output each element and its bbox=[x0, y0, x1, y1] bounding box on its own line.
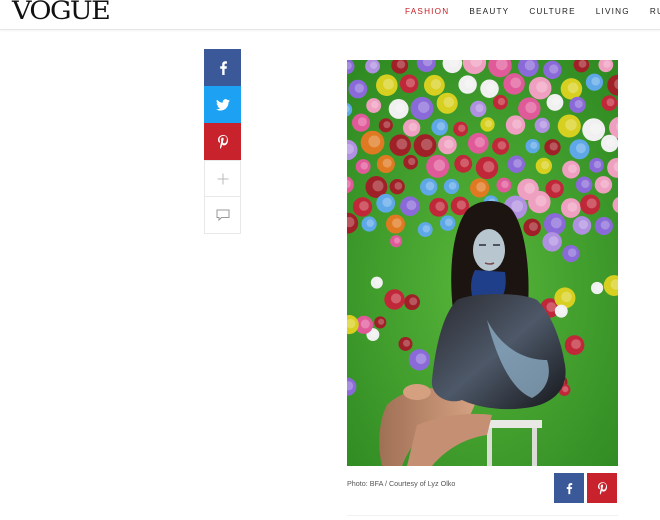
pinterest-share-button[interactable] bbox=[204, 123, 241, 160]
page: VOGUE FASHION BEAUTY CULTURE LIVING RUNW… bbox=[0, 0, 660, 520]
share-bar bbox=[204, 49, 241, 234]
twitter-icon bbox=[215, 98, 230, 111]
facebook-share-button[interactable] bbox=[204, 49, 241, 86]
pinterest-icon bbox=[217, 134, 228, 149]
photo-pinterest-share-button[interactable] bbox=[587, 473, 617, 503]
main-nav: FASHION BEAUTY CULTURE LIVING RUNWA bbox=[405, 6, 660, 18]
bottom-fade bbox=[0, 505, 660, 520]
pinterest-icon bbox=[597, 481, 607, 495]
comment-icon bbox=[216, 209, 229, 221]
facebook-icon bbox=[566, 482, 573, 494]
nav-item-culture[interactable]: CULTURE bbox=[529, 6, 575, 18]
site-header: VOGUE FASHION BEAUTY CULTURE LIVING RUNW… bbox=[0, 0, 660, 30]
fashion-photo-image bbox=[347, 60, 618, 466]
more-share-button[interactable] bbox=[204, 160, 241, 197]
nav-item-runway[interactable]: RUNWA bbox=[650, 6, 660, 18]
comment-button[interactable] bbox=[204, 197, 241, 234]
plus-icon bbox=[217, 173, 228, 184]
nav-item-living[interactable]: LIVING bbox=[596, 6, 630, 18]
photo-caption: Photo: BFA / Courtesy of Lyz Olko bbox=[347, 479, 456, 488]
nav-item-fashion[interactable]: FASHION bbox=[405, 6, 449, 18]
vogue-logo[interactable]: VOGUE bbox=[12, 0, 111, 26]
facebook-icon bbox=[219, 60, 227, 75]
photo-facebook-share-button[interactable] bbox=[554, 473, 584, 503]
twitter-share-button[interactable] bbox=[204, 86, 241, 123]
nav-item-beauty[interactable]: BEAUTY bbox=[469, 6, 509, 18]
article-photo[interactable] bbox=[347, 60, 618, 466]
